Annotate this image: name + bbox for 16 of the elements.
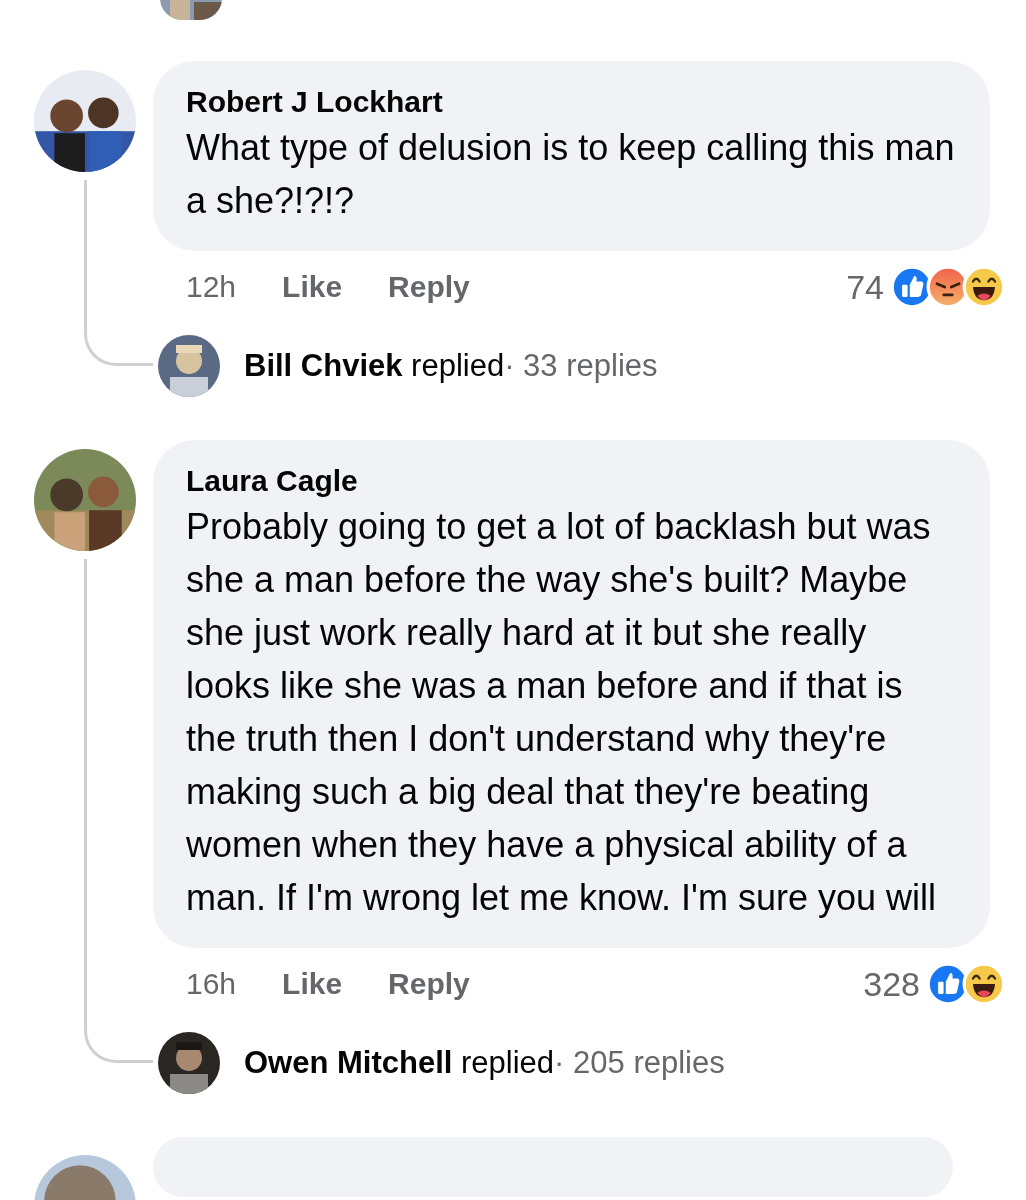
reaction-count: 328 (863, 964, 920, 1004)
comment-action-link[interactable]: Like (282, 270, 343, 304)
replies-link[interactable]: Owen Mitchell replied· 205 replies (244, 1045, 725, 1081)
comment-author: Laura Cagle (186, 463, 359, 499)
comment-time: 12h (186, 270, 237, 304)
laughing-face-icon (962, 265, 1006, 309)
replies-link[interactable]: Bill Chviek replied· 33 replies (244, 348, 658, 384)
reaction-count: 74 (846, 267, 884, 307)
comment-action-link[interactable]: Like (282, 967, 343, 1001)
comment-text: Probably going to get a lot of backlash but was she a man before the way she's built? Maybe she just work really hard at it but she really looks like she was a man before and if that is the truth then I don't understand why they're making such a big deal that they're beating women when they have a physical ability of a man. If I'm wrong let me know. I'm sure you will (186, 505, 937, 920)
laughing-face-icon (962, 962, 1006, 1006)
comment-text: What type of delusion is to keep calling this man a she?!?!? (186, 126, 956, 223)
comment-action-link[interactable]: Reply (388, 270, 470, 304)
comment-time: 16h (186, 967, 237, 1001)
comment-author: Robert J Lockhart (186, 84, 444, 120)
comment-action-link[interactable]: Reply (388, 967, 470, 1001)
